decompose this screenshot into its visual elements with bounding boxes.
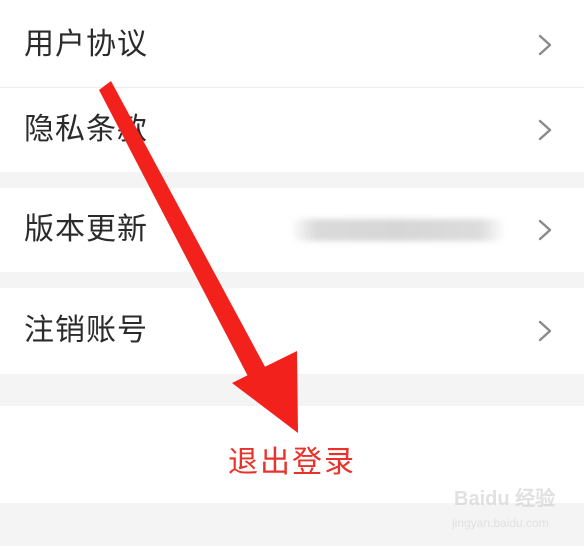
watermark-text: Baidu 经验 [454,488,556,510]
settings-row-label: 版本更新 [24,212,148,247]
settings-row-delete-account[interactable]: 注销账号 [0,288,584,374]
settings-row-label: 注销账号 [24,313,148,348]
logout-label: 退出登录 [228,445,356,480]
chevron-right-icon [538,119,552,141]
watermark-url: jingyan.baidu.com [452,516,549,530]
settings-row-version-update[interactable]: 版本更新 [0,188,584,272]
chevron-right-icon [538,320,552,342]
baidu-jingyan-watermark: Baidu 经验 jingyan.baidu.com [446,478,578,540]
version-number-blurred [290,219,506,241]
chevron-right-icon [538,219,552,241]
settings-row-privacy-policy[interactable]: 隐私条款 [0,88,584,172]
chevron-right-icon [538,34,552,56]
settings-row-label: 隐私条款 [24,112,148,147]
settings-row-label: 用户协议 [24,27,148,62]
settings-row-user-agreement[interactable]: 用户协议 [0,0,584,88]
